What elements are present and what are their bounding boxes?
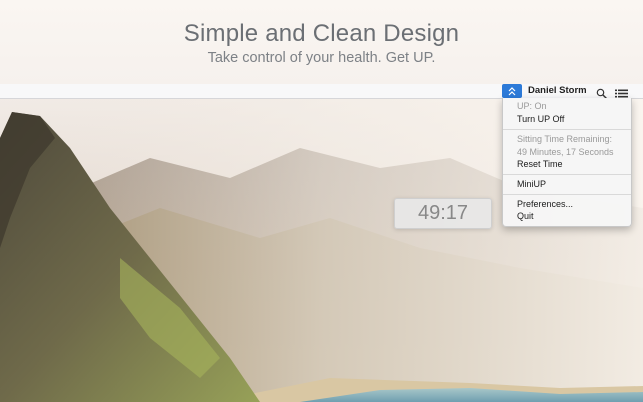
up-arrows-icon[interactable]	[502, 84, 522, 98]
miniup-menu-item[interactable]: MiniUP	[517, 179, 546, 189]
miniup-timer-window[interactable]: 49:17	[394, 198, 492, 229]
menu-separator	[503, 129, 631, 130]
subheadline: Take control of your health. Get UP.	[207, 50, 436, 66]
marketing-header: Simple and Clean Design Take control of …	[0, 0, 643, 84]
app-dropdown-menu: UP: On Turn UP Off Sitting Time Remainin…	[502, 98, 632, 227]
sitting-time-value: 49 Minutes, 17 Seconds	[517, 147, 614, 157]
sitting-time-heading: Sitting Time Remaining:	[517, 134, 613, 144]
menu-bar: Daniel Storm	[0, 84, 643, 99]
list-icon[interactable]	[615, 86, 629, 98]
user-name-menu-item[interactable]: Daniel Storm	[528, 85, 587, 96]
menu-separator	[503, 174, 631, 175]
turn-up-off-menu-item[interactable]: Turn UP Off	[517, 114, 564, 124]
headline: Simple and Clean Design	[183, 20, 460, 47]
timer-value: 49:17	[417, 202, 469, 224]
menu-separator	[503, 194, 631, 195]
reset-time-menu-item[interactable]: Reset Time	[517, 159, 563, 169]
status-label: UP: On	[517, 101, 547, 111]
quit-menu-item[interactable]: Quit	[517, 211, 534, 221]
search-icon[interactable]	[596, 86, 608, 99]
preferences-menu-item[interactable]: Preferences...	[517, 199, 573, 209]
